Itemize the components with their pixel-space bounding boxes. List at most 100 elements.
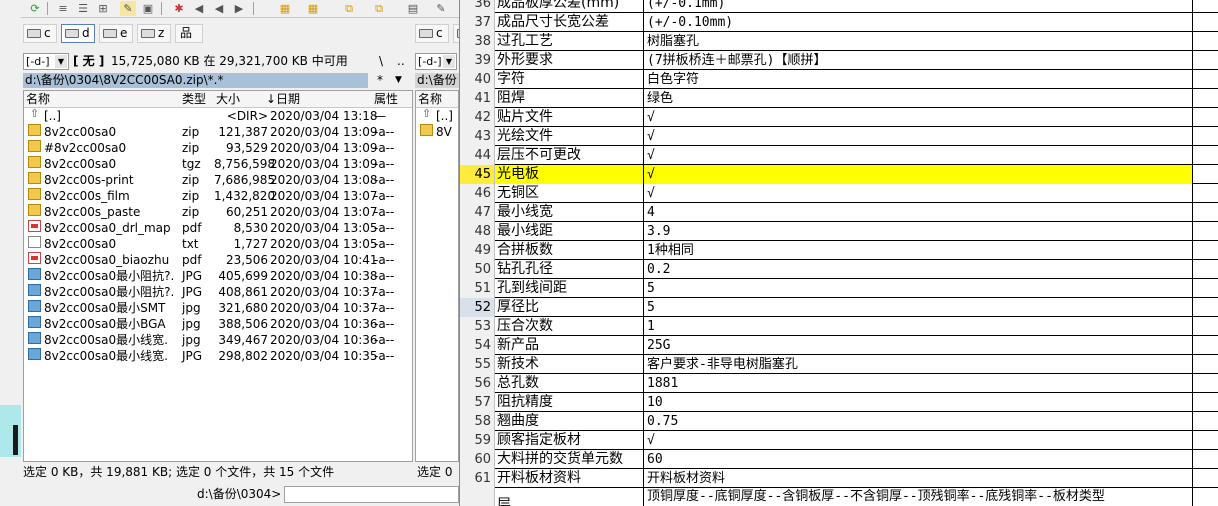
parent-dir-button[interactable]: .. xyxy=(397,50,405,72)
sheet-row[interactable]: 49 合拼板数 1种相同 xyxy=(460,241,1218,260)
cell-value[interactable]: √ xyxy=(644,127,1193,146)
file-row[interactable]: ⇧ [..] <DIR> 2020/03/04 13:18— xyxy=(24,108,412,124)
sync-icon[interactable]: ⧉ xyxy=(341,1,357,16)
sheet-row[interactable]: 40 字符 白色字符 xyxy=(460,70,1218,89)
sheet-row[interactable]: 61 开料板材资料 开料板材资料 xyxy=(460,469,1218,488)
column-name[interactable]: 名称 xyxy=(26,91,50,107)
cell-value[interactable]: √ xyxy=(644,108,1193,127)
cell-label[interactable]: 成品尺寸长宽公差 xyxy=(495,13,644,32)
drive-select[interactable]: [-d-] ▼ xyxy=(23,53,69,70)
row-header[interactable]: 40 xyxy=(460,70,495,89)
cell-label[interactable]: 无铜区 xyxy=(495,184,644,203)
tree-view-icon[interactable]: ⊞ xyxy=(95,1,111,16)
row-header[interactable]: 61 xyxy=(460,469,495,488)
cell-label[interactable]: 阻焊 xyxy=(495,89,644,108)
cell-value[interactable]: 绿色 xyxy=(644,89,1193,108)
row-header[interactable]: 60 xyxy=(460,450,495,469)
cell-label[interactable]: 阻抗精度 xyxy=(495,393,644,412)
sheet-row[interactable]: 51 孔到线间距 5 xyxy=(460,279,1218,298)
cell-value[interactable]: 10 xyxy=(644,393,1193,412)
cell-label[interactable]: 层压不可更改 xyxy=(495,146,644,165)
cell-label[interactable]: 新产品 xyxy=(495,336,644,355)
row-header[interactable]: 47 xyxy=(460,203,495,222)
row-header[interactable]: 38 xyxy=(460,32,495,51)
cell-label[interactable]: 字符 xyxy=(495,70,644,89)
row-header[interactable]: 48 xyxy=(460,222,495,241)
cell-label[interactable]: 最小线距 xyxy=(495,222,644,241)
cell-value[interactable]: 60 xyxy=(644,450,1193,469)
cell-value[interactable]: 开料板材资料 xyxy=(644,469,1193,488)
cell-value[interactable]: 树脂塞孔 xyxy=(644,32,1193,51)
sheet-row[interactable]: 44 层压不可更改 √ xyxy=(460,146,1218,165)
network-neighborhood-button[interactable]: 品 xyxy=(175,24,203,43)
sheet-row[interactable]: 58 翘曲度 0.75 xyxy=(460,412,1218,431)
thumbnail-view-icon[interactable]: ✎ xyxy=(120,1,136,16)
cell-label[interactable]: 外形要求 xyxy=(495,51,644,70)
sheet-row[interactable]: 53 压合次数 1 xyxy=(460,317,1218,336)
cell-label[interactable]: 总孔数 xyxy=(495,374,644,393)
cell-label[interactable]: 光电板 xyxy=(495,165,644,184)
file-row[interactable]: #8v2cc00sa0 zip 93,529 2020/03/04 13:09 -a-- xyxy=(24,140,412,156)
sheet-row[interactable]: 45 光电板 √ xyxy=(460,165,1218,184)
drive-button-z[interactable]: z xyxy=(137,24,171,43)
cell-value[interactable]: √ xyxy=(644,146,1193,165)
sheet-row[interactable]: 57 阻抗精度 10 xyxy=(460,393,1218,412)
sheet-row[interactable]: 48 最小线距 3.9 xyxy=(460,222,1218,241)
brief-view-icon[interactable]: ≡ xyxy=(55,1,71,16)
filter-star[interactable]: * xyxy=(377,73,383,88)
back-icon[interactable]: ◀ xyxy=(191,1,207,16)
invert-selection-icon[interactable]: ✱ xyxy=(171,1,187,16)
forward-icon[interactable]: ◀ xyxy=(211,1,227,16)
next-icon[interactable]: ▶ xyxy=(231,1,247,16)
cell-value[interactable]: (+/-0.10mm) xyxy=(644,13,1193,32)
cell-label[interactable]: 成品板厚公差(mm) xyxy=(495,0,644,13)
row-header[interactable]: 59 xyxy=(460,431,495,450)
file-row[interactable]: 8v2cc00sa0 txt 1,727 2020/03/04 13:05 -a-- xyxy=(24,236,412,252)
column-attr[interactable]: 属性 xyxy=(374,91,398,107)
command-line-input[interactable] xyxy=(284,486,459,503)
cell-label[interactable]: 翘曲度 xyxy=(495,412,644,431)
file-row[interactable]: 8v2cc00sa0_biaozhu pdf 23,506 2020/03/04 10… xyxy=(24,252,412,268)
cell-label[interactable]: 钻孔孔径 xyxy=(495,260,644,279)
ftp-icon[interactable]: ▤ xyxy=(405,1,421,16)
sheet-row[interactable]: 59 顾客指定板材 √ xyxy=(460,431,1218,450)
sheet-row[interactable]: 55 新技术 客户要求-非导电树脂塞孔 xyxy=(460,355,1218,374)
file-row[interactable]: 8v2cc00sa0最小BGA jpg 388,506 2020/03/04 10:3… xyxy=(24,316,412,332)
cell-value[interactable]: 1种相同 xyxy=(644,241,1193,260)
cell-label[interactable]: 厚径比 xyxy=(495,298,644,317)
sheet-row[interactable]: 38 过孔工艺 树脂塞孔 xyxy=(460,32,1218,51)
cell-value[interactable]: 4 xyxy=(644,203,1193,222)
cell-value[interactable]: 5 xyxy=(644,298,1193,317)
row-header[interactable] xyxy=(460,488,495,506)
path-bar[interactable]: d:\备份\0304\8V2CC00SA0.zip\*.* xyxy=(23,73,368,88)
file-row[interactable]: 8v2cc00sa0最小阻抗?. JPG 405,699 2020/03/04 10:… xyxy=(24,268,412,284)
path-bar-right[interactable]: d:\备份 xyxy=(415,73,459,88)
row-header[interactable]: 39 xyxy=(460,51,495,70)
refresh-icon[interactable]: ⟳ xyxy=(27,1,43,16)
sheet-row[interactable]: 39 外形要求 (7拼板桥连＋邮票孔)【顺拼】 xyxy=(460,51,1218,70)
cell-label[interactable]: 新技术 xyxy=(495,355,644,374)
row-header[interactable]: 46 xyxy=(460,184,495,203)
file-row[interactable]: 8v2cc00sa0最小SMT jpg 321,680 2020/03/04 10:3… xyxy=(24,300,412,316)
cell-value[interactable]: 3.9 xyxy=(644,222,1193,241)
root-dir-button[interactable]: \ xyxy=(379,50,383,72)
row-header[interactable]: 41 xyxy=(460,89,495,108)
cell-value[interactable]: 25G xyxy=(644,336,1193,355)
row-header[interactable]: 54 xyxy=(460,336,495,355)
cell-label[interactable]: 过孔工艺 xyxy=(495,32,644,51)
file-list-right[interactable]: 名称 ⇧ [..] 8V xyxy=(415,90,459,462)
edit-icon[interactable]: ✎ xyxy=(433,1,449,16)
cell-label[interactable]: 大料拼的交货单元数 xyxy=(495,450,644,469)
cell-label[interactable]: 最小线宽 xyxy=(495,203,644,222)
cell-value[interactable]: (7拼板桥连＋邮票孔)【顺拼】 xyxy=(644,51,1193,70)
file-row[interactable]: 8v2cc00sa0_drl_map pdf 8,530 2020/03/04 13:… xyxy=(24,220,412,236)
row-header[interactable]: 56 xyxy=(460,374,495,393)
sheet-row[interactable]: 41 阻焊 绿色 xyxy=(460,89,1218,108)
drive-button-d[interactable]: d xyxy=(61,24,95,43)
compare-icon[interactable]: ⧉ xyxy=(371,1,387,16)
row-header[interactable]: 57 xyxy=(460,393,495,412)
full-view-icon[interactable]: ☰ xyxy=(75,1,91,16)
list-item[interactable]: 8V xyxy=(416,124,458,140)
file-row[interactable]: 8v2cc00sa0最小阻抗?. JPG 408,861 2020/03/04 10:… xyxy=(24,284,412,300)
drive-button-e[interactable]: e xyxy=(99,24,133,43)
